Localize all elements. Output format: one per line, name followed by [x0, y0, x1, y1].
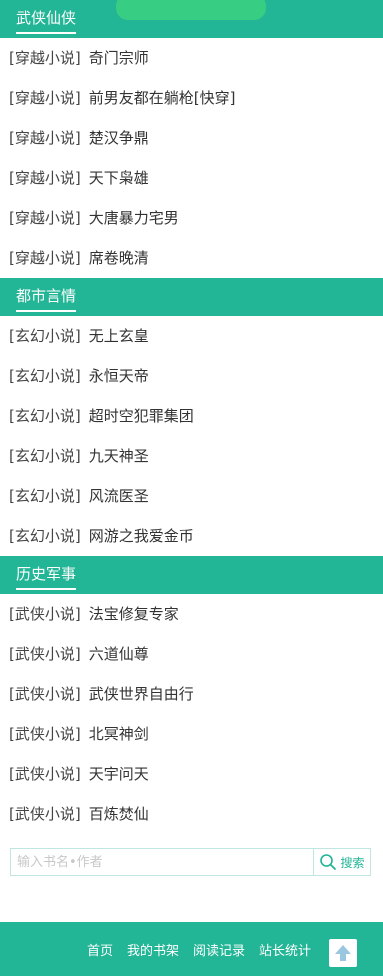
book-category[interactable]: [武侠小说] — [9, 765, 81, 783]
list-item[interactable]: [玄幻小说] 无上玄皇 — [0, 316, 383, 356]
book-category[interactable]: [武侠小说] — [9, 645, 81, 663]
footer-nav: 首页 我的书架 阅读记录 站长统计 — [0, 922, 383, 976]
book-category[interactable]: [玄幻小说] — [9, 327, 81, 345]
book-title[interactable]: 网游之我爱金币 — [89, 527, 194, 545]
list-item[interactable]: [玄幻小说] 永恒天帝 — [0, 356, 383, 396]
section-header: 武侠仙侠 — [0, 0, 383, 38]
book-category[interactable]: [玄幻小说] — [9, 487, 81, 505]
book-list: [武侠小说] 法宝修复专家 [武侠小说] 六道仙尊 [武侠小说] 武侠世界自由行 [武… — [0, 594, 383, 834]
book-category[interactable]: [穿越小说] — [9, 129, 81, 147]
section-title[interactable]: 都市言情 — [16, 285, 77, 312]
section-title[interactable]: 武侠仙侠 — [16, 7, 77, 34]
book-title[interactable]: 武侠世界自由行 — [89, 685, 194, 703]
book-category[interactable]: [玄幻小说] — [9, 367, 81, 385]
page: 武侠仙侠 [穿越小说] 奇门宗师 [穿越小说] 前男友都在躺枪[快穿] [穿越小说]… — [0, 0, 383, 976]
search-button[interactable]: 搜索 — [313, 849, 370, 875]
search-input[interactable] — [11, 849, 313, 875]
list-item[interactable]: [玄幻小说] 网游之我爱金币 — [0, 516, 383, 556]
book-category[interactable]: [穿越小说] — [9, 249, 81, 267]
book-list: [玄幻小说] 无上玄皇 [玄幻小说] 永恒天帝 [玄幻小说] 超时空犯罪集团 [玄幻小… — [0, 316, 383, 556]
list-item[interactable]: [玄幻小说] 超时空犯罪集团 — [0, 396, 383, 436]
section-title[interactable]: 历史军事 — [16, 563, 77, 590]
book-category[interactable]: [穿越小说] — [9, 209, 81, 227]
list-item[interactable]: [玄幻小说] 九天神圣 — [0, 436, 383, 476]
book-category[interactable]: [玄幻小说] — [9, 407, 81, 425]
book-title[interactable]: 六道仙尊 — [89, 645, 149, 663]
book-title[interactable]: 无上玄皇 — [89, 327, 149, 345]
book-category[interactable]: [武侠小说] — [9, 805, 81, 823]
footer-link-home[interactable]: 首页 — [87, 940, 113, 959]
decorative-blob — [116, 0, 266, 20]
section-header: 历史军事 — [0, 556, 383, 594]
book-category[interactable]: [武侠小说] — [9, 685, 81, 703]
list-item[interactable]: [武侠小说] 六道仙尊 — [0, 634, 383, 674]
book-category[interactable]: [玄幻小说] — [9, 527, 81, 545]
book-list: [穿越小说] 奇门宗师 [穿越小说] 前男友都在躺枪[快穿] [穿越小说] 楚汉争鼎 … — [0, 38, 383, 278]
list-item[interactable]: [武侠小说] 北冥神剑 — [0, 714, 383, 754]
list-item[interactable]: [武侠小说] 百炼焚仙 — [0, 794, 383, 834]
footer-link-stats[interactable]: 站长统计 — [259, 940, 311, 959]
back-to-top-button[interactable] — [329, 939, 357, 967]
book-title[interactable]: 九天神圣 — [89, 447, 149, 465]
book-category[interactable]: [武侠小说] — [9, 605, 81, 623]
book-category[interactable]: [武侠小说] — [9, 725, 81, 743]
book-category[interactable]: [穿越小说] — [9, 49, 81, 67]
list-item[interactable]: [玄幻小说] 风流医圣 — [0, 476, 383, 516]
book-category[interactable]: [穿越小说] — [9, 89, 81, 107]
list-item[interactable]: [武侠小说] 武侠世界自由行 — [0, 674, 383, 714]
book-title[interactable]: 百炼焚仙 — [89, 805, 149, 823]
list-item[interactable]: [穿越小说] 席卷晚清 — [0, 238, 383, 278]
search-icon — [320, 854, 337, 870]
book-title[interactable]: 风流医圣 — [89, 487, 149, 505]
book-category[interactable]: [玄幻小说] — [9, 447, 81, 465]
list-item[interactable]: [武侠小说] 法宝修复专家 — [0, 594, 383, 634]
list-item[interactable]: [穿越小说] 大唐暴力宅男 — [0, 198, 383, 238]
footer-link-history[interactable]: 阅读记录 — [193, 940, 245, 959]
list-item[interactable]: [穿越小说] 前男友都在躺枪[快穿] — [0, 78, 383, 118]
book-title[interactable]: 天下枭雄 — [89, 169, 149, 187]
book-title[interactable]: 超时空犯罪集团 — [89, 407, 194, 425]
book-title[interactable]: 席卷晚清 — [89, 249, 149, 267]
footer-links: 首页 我的书架 阅读记录 站长统计 — [73, 922, 311, 976]
book-title[interactable]: 北冥神剑 — [89, 725, 149, 743]
book-title[interactable]: 楚汉争鼎 — [89, 129, 149, 147]
book-title[interactable]: 奇门宗师 — [89, 49, 149, 67]
book-category[interactable]: [穿越小说] — [9, 169, 81, 187]
list-item[interactable]: [穿越小说] 楚汉争鼎 — [0, 118, 383, 158]
book-title[interactable]: 法宝修复专家 — [89, 605, 179, 623]
footer-link-bookshelf[interactable]: 我的书架 — [127, 940, 179, 959]
book-title[interactable]: 永恒天帝 — [89, 367, 149, 385]
book-title[interactable]: 前男友都在躺枪[快穿] — [89, 89, 236, 107]
list-item[interactable]: [穿越小说] 奇门宗师 — [0, 38, 383, 78]
search-bar: 搜索 — [10, 848, 371, 876]
list-item[interactable]: [武侠小说] 天宇问天 — [0, 754, 383, 794]
arrow-up-icon — [335, 945, 351, 961]
search-button-label: 搜索 — [340, 855, 365, 870]
section-header: 都市言情 — [0, 278, 383, 316]
book-title[interactable]: 大唐暴力宅男 — [89, 209, 179, 227]
list-item[interactable]: [穿越小说] 天下枭雄 — [0, 158, 383, 198]
book-title[interactable]: 天宇问天 — [89, 765, 149, 783]
